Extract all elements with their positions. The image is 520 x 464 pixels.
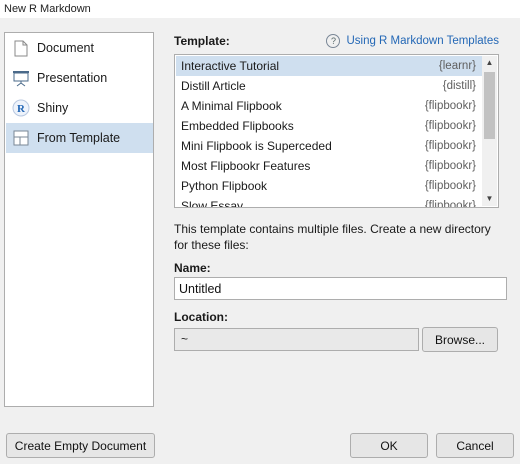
name-input[interactable] bbox=[174, 277, 507, 300]
sidebar-item-label: Shiny bbox=[37, 101, 69, 115]
template-icon bbox=[12, 129, 30, 147]
template-name: Slow Essay bbox=[181, 199, 244, 208]
template-package: {flipbookr} bbox=[424, 160, 476, 172]
template-package: {flipbookr} bbox=[424, 100, 476, 112]
template-name: Mini Flipbook is Superceded bbox=[181, 139, 332, 153]
sidebar-item-label: From Template bbox=[37, 131, 121, 145]
list-scrollbar[interactable]: ▲ ▼ bbox=[482, 56, 497, 206]
location-label: Location: bbox=[174, 310, 228, 324]
template-package: {learnr} bbox=[438, 60, 476, 72]
template-package: {flipbookr} bbox=[424, 120, 476, 132]
template-package: {flipbookr} bbox=[424, 200, 476, 208]
sidebar-item-label: Presentation bbox=[37, 71, 108, 85]
template-name: Python Flipbook bbox=[181, 179, 268, 193]
scroll-thumb[interactable] bbox=[484, 72, 495, 139]
list-item[interactable]: Slow Essay {flipbookr} bbox=[176, 196, 482, 208]
list-item[interactable]: A Minimal Flipbook {flipbookr} bbox=[176, 96, 482, 116]
sidebar-item-presentation[interactable]: Presentation bbox=[6, 63, 153, 93]
cancel-button[interactable]: Cancel bbox=[436, 433, 514, 458]
list-item[interactable]: Python Flipbook {flipbookr} bbox=[176, 176, 482, 196]
list-item[interactable]: Distill Article {distill} bbox=[176, 76, 482, 96]
sidebar-item-from-template[interactable]: From Template bbox=[6, 123, 153, 153]
ok-button[interactable]: OK bbox=[350, 433, 428, 458]
template-heading: Template: bbox=[174, 34, 230, 48]
sidebar-item-document[interactable]: Document bbox=[6, 33, 153, 63]
presentation-icon bbox=[12, 69, 30, 87]
create-empty-document-button[interactable]: Create Empty Document bbox=[6, 433, 155, 458]
template-name: Embedded Flipbooks bbox=[181, 119, 294, 133]
window-title: New R Markdown bbox=[0, 0, 520, 18]
template-name: Most Flipbookr Features bbox=[181, 159, 311, 173]
name-label: Name: bbox=[174, 261, 211, 275]
browse-button[interactable]: Browse... bbox=[422, 327, 498, 352]
format-sidebar: Document Presentation R Shiny From Templ… bbox=[4, 32, 154, 407]
template-package: {distill} bbox=[442, 80, 476, 92]
template-package: {flipbookr} bbox=[424, 140, 476, 152]
sidebar-item-label: Document bbox=[37, 41, 94, 55]
shiny-r-icon: R bbox=[12, 99, 30, 117]
help-link-label[interactable]: Using R Markdown Templates bbox=[346, 35, 499, 47]
template-list[interactable]: Interactive Tutorial {learnr} Distill Ar… bbox=[174, 54, 499, 208]
template-name: Interactive Tutorial bbox=[181, 59, 280, 73]
document-icon bbox=[12, 39, 30, 57]
location-field: ~ bbox=[174, 328, 419, 351]
list-item[interactable]: Most Flipbookr Features {flipbookr} bbox=[176, 156, 482, 176]
template-name: A Minimal Flipbook bbox=[181, 99, 282, 113]
list-item[interactable]: Mini Flipbook is Superceded {flipbookr} bbox=[176, 136, 482, 156]
svg-text:R: R bbox=[17, 103, 26, 115]
list-item[interactable]: Interactive Tutorial {learnr} bbox=[176, 56, 482, 76]
sidebar-item-shiny[interactable]: R Shiny bbox=[6, 93, 153, 123]
template-name: Distill Article bbox=[181, 79, 246, 93]
scroll-up-arrow-icon[interactable]: ▲ bbox=[482, 56, 497, 70]
template-description: This template contains multiple files. C… bbox=[174, 222, 491, 252]
template-package: {flipbookr} bbox=[424, 180, 476, 192]
help-icon: ? bbox=[326, 34, 341, 48]
scroll-down-arrow-icon[interactable]: ▼ bbox=[482, 192, 497, 206]
list-item[interactable]: Embedded Flipbooks {flipbookr} bbox=[176, 116, 482, 136]
help-link[interactable]: ? Using R Markdown Templates bbox=[326, 34, 499, 48]
